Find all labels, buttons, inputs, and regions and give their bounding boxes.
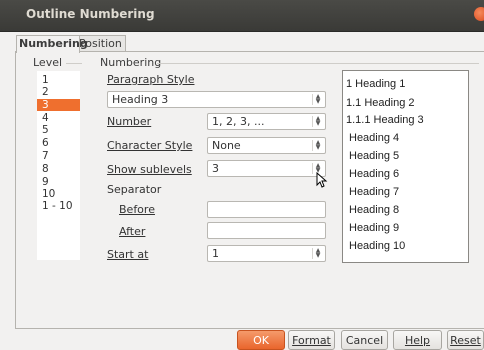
- preview-line-3: 1.1.1 Heading 3: [346, 114, 424, 126]
- cancel-button[interactable]: Cancel: [341, 330, 388, 350]
- preview-line-2: 1.1 Heading 2: [346, 97, 415, 109]
- before-input[interactable]: [207, 201, 326, 218]
- spin-arrows-icon[interactable]: ▲ ▼: [312, 248, 323, 259]
- preview-line-8: Heading 8: [349, 204, 400, 216]
- paragraph-style-value: Heading 3: [112, 93, 169, 106]
- level-item-8[interactable]: 8: [37, 163, 80, 175]
- format-button[interactable]: Format: [288, 330, 335, 350]
- character-style-value: None: [212, 139, 241, 152]
- character-style-label: Character Style: [107, 139, 193, 152]
- level-list[interactable]: 1 2 3 4 5 6 7 8 9 10 1 - 10: [37, 71, 80, 260]
- level-frame-line: [66, 63, 82, 64]
- preview-line-10: Heading 10: [349, 240, 406, 252]
- level-item-1[interactable]: 1: [37, 74, 80, 86]
- start-at-value: 1: [212, 247, 219, 260]
- ok-button[interactable]: OK: [237, 330, 285, 350]
- close-icon[interactable]: [474, 7, 484, 21]
- level-item-all[interactable]: 1 - 10: [37, 200, 80, 212]
- start-at-spinner[interactable]: 1 ▲ ▼: [207, 245, 326, 262]
- level-item-3[interactable]: 3: [37, 99, 80, 111]
- tab-numbering[interactable]: Numbering: [16, 35, 88, 53]
- paragraph-style-label: Paragraph Style: [107, 73, 195, 86]
- level-item-9[interactable]: 9: [37, 176, 80, 188]
- before-label: Before: [119, 203, 155, 216]
- start-at-label: Start at: [107, 248, 149, 261]
- title-bar: Outline Numbering: [0, 0, 484, 32]
- character-style-select[interactable]: None ▲ ▼: [207, 137, 326, 154]
- level-item-5[interactable]: 5: [37, 124, 80, 136]
- paragraph-style-select[interactable]: Heading 3 ▲ ▼: [107, 91, 326, 108]
- show-sublevels-spinner[interactable]: 3 ▲ ▼: [207, 160, 326, 177]
- show-sublevels-value: 3: [212, 162, 219, 175]
- separator-label: Separator: [107, 183, 162, 196]
- preview-line-9: Heading 9: [349, 222, 400, 234]
- level-frame-label: Level: [33, 56, 63, 69]
- reset-button[interactable]: Reset: [447, 330, 484, 350]
- numbering-frame-label: Numbering: [100, 56, 162, 69]
- window-title: Outline Numbering: [26, 7, 155, 21]
- preview-line-4: Heading 4: [349, 132, 400, 144]
- number-value: 1, 2, 3, ...: [212, 115, 265, 128]
- preview-line-1: 1 Heading 1: [346, 78, 406, 90]
- after-label: After: [119, 225, 146, 238]
- spin-arrows-icon: ▲ ▼: [312, 140, 323, 151]
- spin-arrows-icon: ▲ ▼: [312, 116, 323, 127]
- preview-line-5: Heading 5: [349, 150, 400, 162]
- help-button[interactable]: Help: [393, 330, 442, 350]
- number-label: Number: [107, 115, 152, 128]
- level-item-2[interactable]: 2: [37, 86, 80, 98]
- level-item-10[interactable]: 10: [37, 188, 80, 200]
- numbering-frame-line: [157, 63, 479, 64]
- level-item-6[interactable]: 6: [37, 137, 80, 149]
- level-item-4[interactable]: 4: [37, 112, 80, 124]
- level-item-7[interactable]: 7: [37, 150, 80, 162]
- show-sublevels-label: Show sublevels: [107, 163, 192, 176]
- number-select[interactable]: 1, 2, 3, ... ▲ ▼: [207, 113, 326, 130]
- after-input[interactable]: [207, 222, 326, 239]
- spin-arrows-icon: ▲ ▼: [312, 94, 323, 105]
- preview-line-6: Heading 6: [349, 168, 400, 180]
- preview-line-7: Heading 7: [349, 186, 400, 198]
- numbering-preview: 1 Heading 1 1.1 Heading 2 1.1.1 Heading …: [342, 70, 469, 263]
